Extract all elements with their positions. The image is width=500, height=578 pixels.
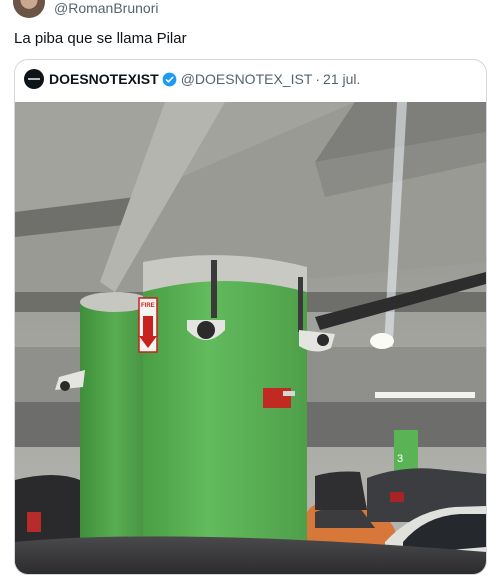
separator-dot: · [315, 71, 321, 87]
quoted-author-handle[interactable]: @DOESNOTEX_IST [181, 71, 313, 87]
fire-sign-text: FIRE [141, 303, 155, 309]
quoted-author-avatar[interactable] [24, 69, 44, 89]
author-avatar[interactable] [13, 0, 45, 18]
level-marker: 3 [397, 453, 403, 465]
quoted-tweet-date[interactable]: 21 jul. [323, 71, 360, 87]
quoted-author-name[interactable]: DOESNOTEXIST [49, 71, 159, 87]
author-handle[interactable]: @RomanBrunori [54, 0, 158, 16]
quoted-tweet-card[interactable]: DOESNOTEXIST @DOESNOTEX_IST · 21 jul. 3 … [14, 59, 487, 575]
quoted-tweet-header: DOESNOTEXIST @DOESNOTEX_IST · 21 jul. [24, 69, 360, 89]
alarm-box [263, 388, 295, 408]
parking-garage-photo[interactable]: 3 FIRE [15, 102, 486, 574]
tweet-text: La piba que se llama Pilar [14, 30, 187, 47]
verified-badge-icon [162, 72, 177, 86]
fire-extinguisher-sign: FIRE [138, 297, 158, 353]
green-pillar-front [143, 255, 307, 574]
